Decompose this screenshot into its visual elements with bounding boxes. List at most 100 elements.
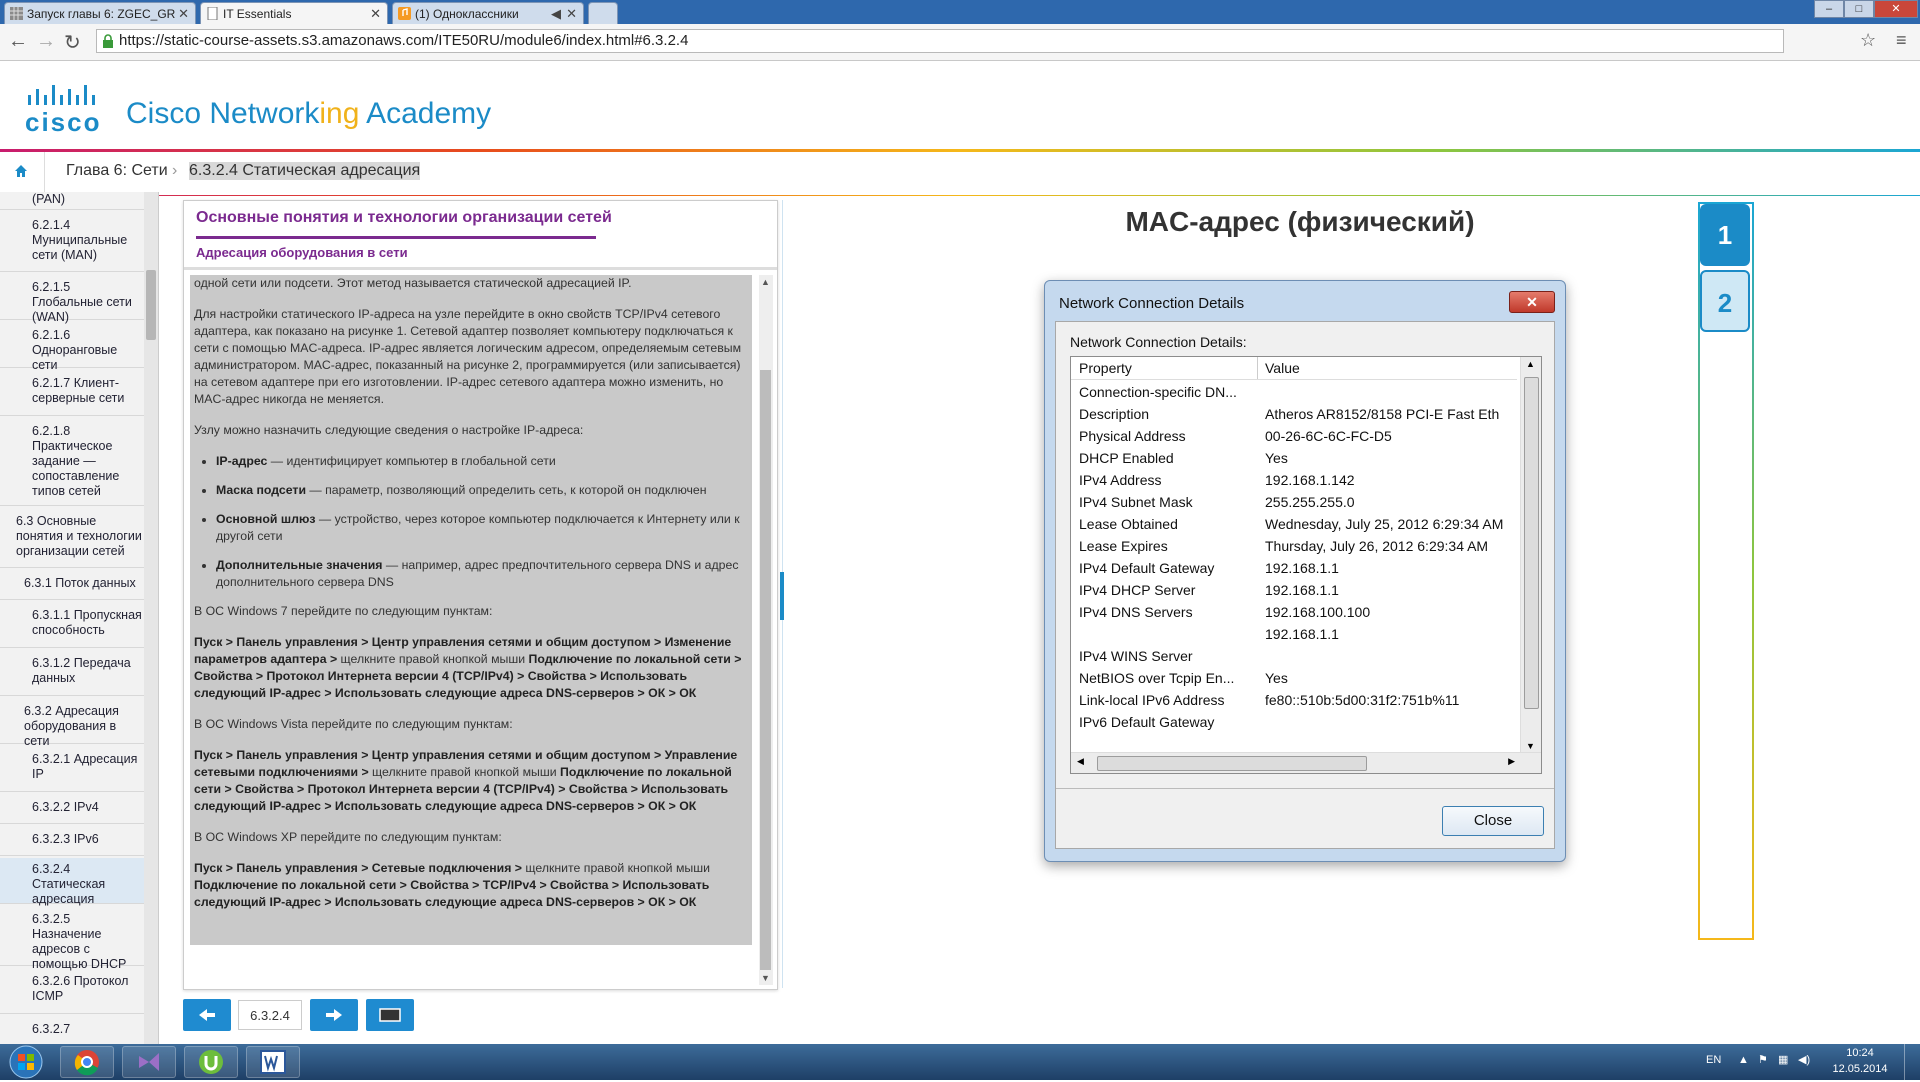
back-arrow-icon[interactable]: ← bbox=[8, 30, 28, 53]
scroll-up-icon[interactable]: ▲ bbox=[1526, 359, 1535, 369]
panel-title: Основные понятия и технологии организаци… bbox=[196, 209, 612, 226]
breadcrumb-chapter[interactable]: Глава 6: Сети bbox=[66, 162, 168, 180]
table-row[interactable]: IPv4 DNS Servers 192.168.100.100 bbox=[1071, 601, 1517, 623]
clock-time[interactable]: 10:24 bbox=[1830, 1047, 1890, 1059]
table-row[interactable]: IPv4 Address 192.168.1.142 bbox=[1071, 469, 1517, 491]
browser-tab-bar: Запуск главы 6: ZGEC_GR ✕ IT Essentials … bbox=[0, 0, 1920, 24]
toc-item-current[interactable]: 6.3.2.4 Статическая адресация bbox=[0, 858, 158, 906]
scroll-down-icon[interactable]: ▼ bbox=[1526, 741, 1535, 751]
scrollbar-thumb[interactable] bbox=[1524, 377, 1539, 709]
toc-section[interactable]: 6.3.1 Поток данных bbox=[0, 576, 158, 600]
value-cell: Atheros AR8152/8158 PCI-E Fast Eth bbox=[1265, 406, 1500, 422]
table-row[interactable]: Lease Expires Thursday, July 26, 2012 6:2… bbox=[1071, 535, 1517, 557]
language-indicator[interactable]: EN bbox=[1706, 1054, 1721, 1066]
address-bar[interactable]: https://static-course-assets.s3.amazonaw… bbox=[96, 29, 1784, 53]
panel-resize-handle[interactable] bbox=[780, 572, 784, 620]
arrow-left-icon bbox=[199, 1009, 215, 1021]
next-page-button[interactable] bbox=[310, 999, 358, 1031]
star-icon[interactable]: ☆ bbox=[1860, 30, 1876, 51]
table-row[interactable]: Physical Address 00-26-6C-6C-FC-D5 bbox=[1071, 425, 1517, 447]
network-icon[interactable]: ▦ bbox=[1778, 1053, 1788, 1066]
scrollbar-thumb[interactable] bbox=[1097, 756, 1367, 771]
taskbar-utorrent[interactable] bbox=[184, 1046, 238, 1078]
arrow-right-icon bbox=[326, 1009, 342, 1021]
table-row[interactable]: IPv6 Default Gateway bbox=[1071, 711, 1517, 733]
show-desktop-button[interactable] bbox=[1904, 1044, 1919, 1080]
taskbar-word[interactable] bbox=[246, 1046, 300, 1078]
table-row[interactable]: IPv4 WINS Server bbox=[1071, 645, 1517, 667]
close-button[interactable]: Close bbox=[1442, 806, 1544, 836]
start-button-icon[interactable] bbox=[6, 1045, 46, 1079]
property-cell: IPv4 Subnet Mask bbox=[1079, 494, 1193, 510]
toc-section[interactable]: 6.3 Основные понятия и технологии органи… bbox=[0, 514, 158, 568]
paragraph: Для настройки статического IP-адреса на … bbox=[194, 307, 742, 406]
toc-item[interactable]: 6.3.2.3 IPv6 bbox=[0, 832, 158, 856]
flag-icon[interactable]: ⚑ bbox=[1758, 1053, 1768, 1066]
table-row[interactable]: DHCP Enabled Yes bbox=[1071, 447, 1517, 469]
toc-section[interactable]: 6.3.2 Адресация оборудования в сети bbox=[0, 704, 158, 748]
clock-date[interactable]: 12.05.2014 bbox=[1830, 1063, 1890, 1075]
figure-tab-1[interactable]: 1 bbox=[1700, 204, 1750, 266]
new-tab-button[interactable] bbox=[588, 2, 618, 24]
taskbar-visual-studio[interactable] bbox=[122, 1046, 176, 1078]
table-row[interactable]: Lease Obtained Wednesday, July 25, 2012 6… bbox=[1071, 513, 1517, 535]
list-item: Основной шлюз — устройство, через которо… bbox=[216, 511, 748, 545]
toc-item[interactable]: 6.3.2.6 Протокол ICMP bbox=[0, 974, 158, 1014]
toc-item[interactable]: 6.3.2.1 Адресация IP bbox=[0, 752, 158, 792]
window-close-button[interactable]: ✕ bbox=[1874, 0, 1918, 18]
close-icon[interactable]: ✕ bbox=[370, 6, 381, 22]
volume-icon[interactable]: ◀) bbox=[1798, 1053, 1810, 1066]
column-divider[interactable] bbox=[1257, 357, 1258, 379]
close-icon[interactable]: ✕ bbox=[178, 6, 189, 22]
toc-item[interactable]: 6.3.2.7 bbox=[0, 1022, 158, 1044]
scrollbar-thumb[interactable] bbox=[146, 270, 156, 340]
scroll-down-icon[interactable]: ▼ bbox=[761, 973, 770, 983]
dialog-close-icon[interactable]: ✕ bbox=[1509, 291, 1555, 313]
table-row[interactable]: Link-local IPv6 Address fe80::510b:5d00:3… bbox=[1071, 689, 1517, 711]
scroll-up-icon[interactable]: ▲ bbox=[761, 277, 770, 287]
toc-item[interactable]: 6.2.1.7 Клиент-серверные сети bbox=[0, 376, 158, 416]
browser-toolbar: ← → ↻ https://static-course-assets.s3.am… bbox=[0, 24, 1920, 61]
table-row[interactable]: Connection-specific DN... bbox=[1071, 381, 1517, 403]
sidebar-scrollbar[interactable] bbox=[144, 192, 158, 1044]
table-row[interactable]: Description Atheros AR8152/8158 PCI-E Fas… bbox=[1071, 403, 1517, 425]
table-row[interactable]: IPv4 Default Gateway 192.168.1.1 bbox=[1071, 557, 1517, 579]
toc-item[interactable]: 6.3.2.2 IPv4 bbox=[0, 800, 158, 824]
browser-tab-3[interactable]: (1) Одноклассники ◀ ✕ bbox=[392, 2, 584, 24]
home-icon[interactable] bbox=[14, 164, 28, 178]
toc-item[interactable]: 6.3.1.2 Передача данных bbox=[0, 656, 158, 696]
minimize-button[interactable]: – bbox=[1814, 0, 1844, 18]
column-header-property[interactable]: Property bbox=[1079, 360, 1132, 376]
column-header-value[interactable]: Value bbox=[1265, 360, 1300, 376]
list-horizontal-scrollbar[interactable]: ◀ ▶ bbox=[1071, 752, 1541, 773]
table-row[interactable]: NetBIOS over Tcpip En... Yes bbox=[1071, 667, 1517, 689]
table-row[interactable]: IPv4 Subnet Mask 255.255.255.0 bbox=[1071, 491, 1517, 513]
toc-item[interactable]: 6.3.2.5 Назначение адресов с помощью DHC… bbox=[0, 912, 158, 971]
toc-item[interactable]: 6.2.1.6 Одноранговые сети bbox=[0, 328, 158, 372]
chevron-up-icon[interactable]: ▲ bbox=[1738, 1054, 1749, 1066]
scroll-left-icon[interactable]: ◀ bbox=[1077, 756, 1084, 767]
text-scrollbar[interactable]: ▲ ▼ bbox=[759, 275, 773, 985]
close-icon[interactable]: ✕ bbox=[566, 6, 577, 22]
table-row[interactable]: 192.168.1.1 bbox=[1071, 623, 1517, 645]
scroll-right-icon[interactable]: ▶ bbox=[1508, 756, 1515, 767]
toc-item[interactable]: 6.2.1.5 Глобальные сети (WAN) bbox=[0, 280, 158, 324]
forward-arrow-icon[interactable]: → bbox=[36, 30, 56, 53]
taskbar-chrome[interactable] bbox=[60, 1046, 114, 1078]
details-list: Property Value Connection-specific DN...… bbox=[1070, 356, 1542, 774]
toc-item[interactable]: 6.2.1.8 Практическое задание — сопоставл… bbox=[0, 424, 158, 506]
figure-tab-2[interactable]: 2 bbox=[1700, 270, 1750, 332]
table-row[interactable]: IPv4 DHCP Server 192.168.1.1 bbox=[1071, 579, 1517, 601]
browser-tab-2[interactable]: IT Essentials ✕ bbox=[200, 2, 388, 24]
menu-icon[interactable]: ≡ bbox=[1896, 30, 1907, 51]
reload-icon[interactable]: ↻ bbox=[64, 30, 81, 55]
maximize-button[interactable]: □ bbox=[1844, 0, 1874, 18]
scrollbar-thumb[interactable] bbox=[760, 370, 771, 970]
media-toggle-button[interactable] bbox=[366, 999, 414, 1031]
toc-item[interactable]: 6.3.1.1 Пропускная способность bbox=[0, 608, 158, 648]
toc-item[interactable]: (PAN) bbox=[0, 192, 158, 210]
prev-page-button[interactable] bbox=[183, 999, 231, 1031]
list-vertical-scrollbar[interactable]: ▲ ▼ bbox=[1520, 357, 1541, 753]
toc-item[interactable]: 6.2.1.4 Муниципальные сети (MAN) bbox=[0, 218, 158, 272]
browser-tab-1[interactable]: Запуск главы 6: ZGEC_GR ✕ bbox=[4, 2, 196, 24]
